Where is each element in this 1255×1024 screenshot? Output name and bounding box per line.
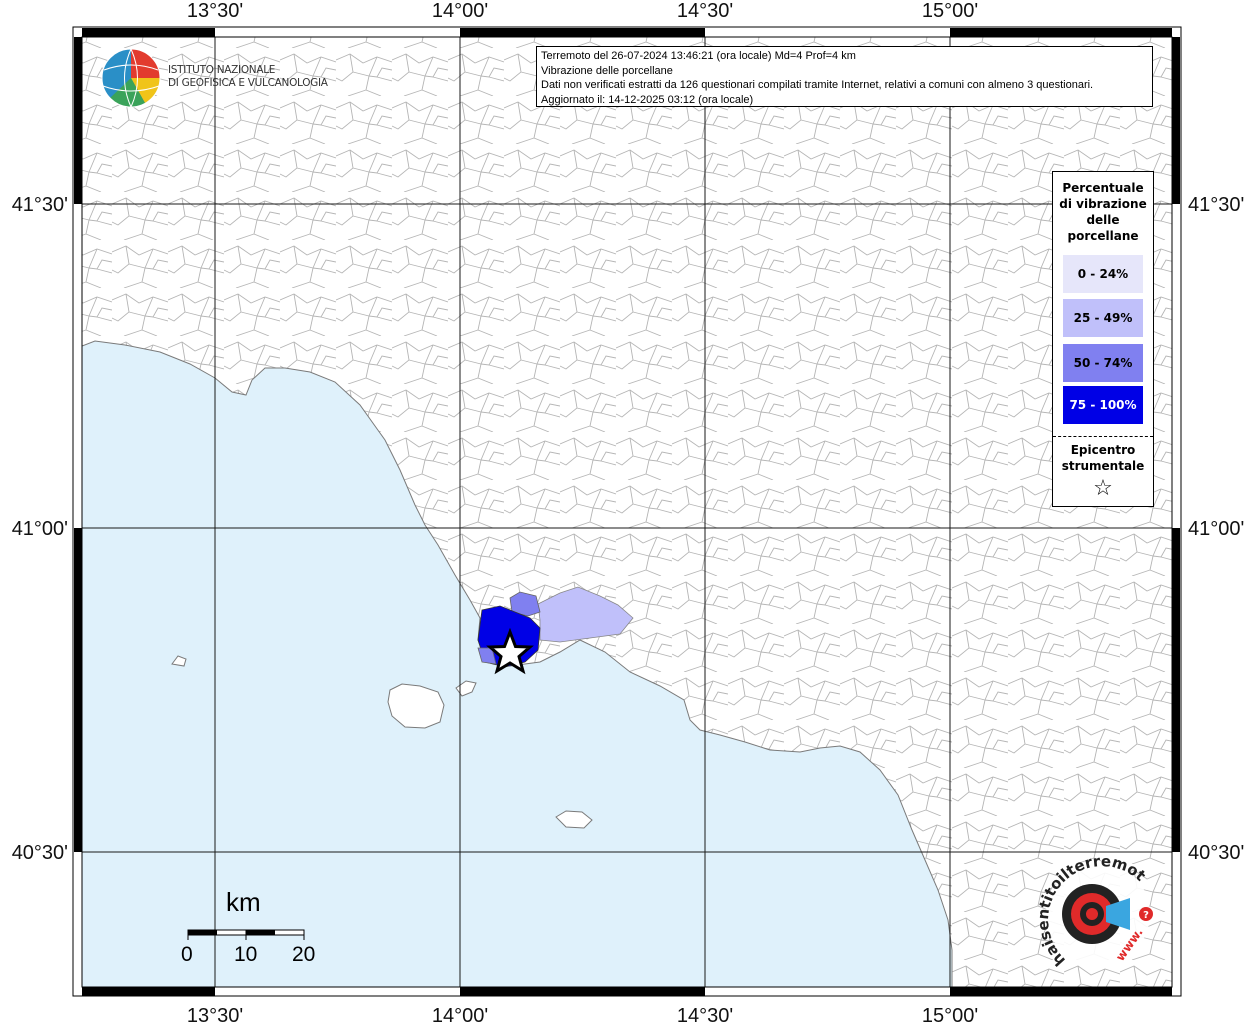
scale-tick-label: 20: [292, 943, 316, 966]
legend-title: Percentuale di vibrazione delle porcella…: [1053, 180, 1153, 244]
legend-title-line: porcellane: [1067, 229, 1139, 243]
lon-label-top: 14°30': [677, 0, 733, 22]
event-info-line3: Dati non verificati estratti da 126 ques…: [541, 79, 1094, 91]
intensity-map: 13°30' 14°00' 14°30' 15°00' 13°30' 14°00…: [0, 0, 1244, 1024]
legend-class-25-49: 25 - 49%: [1063, 299, 1143, 337]
lat-label-right: 40°30': [1188, 842, 1244, 864]
lon-label-bottom: 13°30': [187, 1005, 243, 1024]
legend-class-75-100: 75 - 100%: [1063, 386, 1143, 424]
scale-unit: km: [226, 887, 261, 917]
lon-label-top: 14°00': [432, 0, 488, 22]
lat-label-right: 41°30': [1188, 194, 1244, 216]
legend-title-line: delle: [1086, 213, 1120, 227]
svg-text:?: ?: [1143, 910, 1149, 921]
lon-label-bottom: 15°00': [922, 1005, 978, 1024]
lon-label-bottom: 14°00': [432, 1005, 488, 1024]
lat-label-left: 40°30': [12, 842, 68, 864]
event-info-line4: Aggiornato il: 14-12-2025 03:12 (ora loc…: [541, 93, 754, 106]
legend-epicenter-label: Epicentro strumentale: [1053, 442, 1153, 474]
event-info-line2: Vibrazione delle porcellane: [541, 64, 673, 77]
lon-label-bottom: 14°30': [677, 1005, 733, 1024]
ingv-logo-text: ISTITUTO NAZIONALE DI GEOFISICA E VULCAN…: [168, 64, 328, 90]
legend-title-line: di vibrazione: [1059, 197, 1147, 211]
event-info-line1: Terremoto del 26-07-2024 13:46:21 (ora l…: [541, 50, 856, 62]
event-info-box: Terremoto del 26-07-2024 13:46:21 (ora l…: [536, 46, 1153, 107]
ingv-line2: DI GEOFISICA E VULCANOLOGIA: [168, 77, 328, 89]
legend-separator: [1053, 436, 1153, 437]
lon-label-top: 15°00': [922, 0, 978, 22]
legend-title-line: Percentuale: [1062, 181, 1144, 195]
legend-star-icon: ☆: [1093, 476, 1113, 501]
ingv-logo-icon: [101, 48, 161, 108]
legend-class-0-24: 0 - 24%: [1063, 255, 1143, 293]
lon-label-top: 13°30': [187, 0, 243, 22]
lat-label-right: 41°00': [1188, 518, 1244, 540]
scale-tick-label: 0: [181, 943, 193, 966]
ingv-line1: ISTITUTO NAZIONALE: [168, 64, 276, 76]
lat-label-left: 41°00': [12, 518, 68, 540]
scale-tick-label: 10: [234, 943, 258, 966]
legend-class-50-74: 50 - 74%: [1063, 344, 1143, 382]
legend-epicenter-line: Epicentro: [1070, 443, 1136, 457]
lat-label-left: 41°30': [12, 194, 68, 216]
legend-epicenter-line: strumentale: [1061, 459, 1145, 473]
legend: Percentuale di vibrazione delle porcella…: [1052, 171, 1154, 507]
